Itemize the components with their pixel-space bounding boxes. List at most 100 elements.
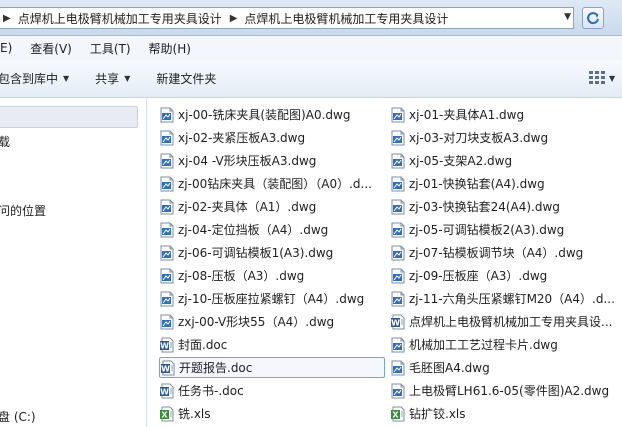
file-item[interactable]: zj-05-可调钻模板2(A3).dwg bbox=[390, 219, 618, 240]
share-label: 共享 bbox=[95, 72, 120, 86]
view-options-button[interactable]: ▼ bbox=[589, 71, 615, 85]
file-name: zj-06-可调钻模板1(A3).dwg bbox=[178, 246, 334, 260]
sidebar-item-recent-places[interactable]: 问的位置 bbox=[0, 202, 46, 219]
file-name: zj-09-压板座（A3）.dwg bbox=[409, 269, 548, 283]
file-name: 任务书-.doc bbox=[178, 384, 244, 398]
file-item[interactable]: zj-10-压板座拉紧螺钉（A4）.dwg bbox=[159, 288, 385, 309]
file-name: 上电极臂LH61.6-05(零件图)A2.dwg bbox=[409, 384, 610, 398]
file-name: 毛胚图A4.dwg bbox=[409, 361, 490, 375]
dwg-file-icon bbox=[159, 291, 175, 307]
menu-tools[interactable]: 工具(T) bbox=[90, 40, 131, 57]
file-item[interactable]: W 点焊机上电极臂机械加工专用夹具设... bbox=[390, 311, 618, 332]
file-item[interactable]: xj-05-支架A2.dwg bbox=[390, 150, 618, 171]
file-item[interactable]: zj-00钻床夹具（装配图）（A0）.d... bbox=[159, 173, 385, 194]
address-dropdown-icon[interactable]: ▼ bbox=[564, 12, 571, 22]
dwg-file-icon bbox=[159, 130, 175, 146]
xls-file-icon: X bbox=[159, 406, 175, 422]
dwg-file-icon bbox=[390, 245, 406, 261]
file-item[interactable]: zj-08-压板（A3）.dwg bbox=[159, 265, 385, 286]
file-item[interactable]: 机械加工工艺过程卡片.dwg bbox=[390, 334, 618, 355]
chevron-down-icon: ▼ bbox=[63, 74, 70, 83]
file-item[interactable]: 上电极臂LH61.6-05(零件图)A2.dwg bbox=[390, 380, 618, 401]
menu-view[interactable]: 查看(V) bbox=[30, 40, 72, 57]
dwg-file-icon bbox=[390, 291, 406, 307]
dwg-file-icon bbox=[390, 360, 406, 376]
file-name: zj-02-夹具体（A1）.dwg bbox=[178, 200, 317, 214]
file-name: zj-03-快换钻套24(A4).dwg bbox=[409, 200, 560, 214]
file-item[interactable]: xj-04 -V形块压板A3.dwg bbox=[159, 150, 385, 171]
file-name: xj-00-铣床夹具(装配图)A0.dwg bbox=[178, 108, 351, 122]
dwg-file-icon bbox=[159, 314, 175, 330]
svg-text:W: W bbox=[160, 387, 169, 396]
dwg-file-icon bbox=[159, 153, 175, 169]
file-item[interactable]: W 任务书-.doc bbox=[159, 380, 385, 401]
breadcrumb-item-2[interactable]: 点焊机上电极臂机械加工专用夹具设计 bbox=[242, 10, 450, 27]
file-list: xj-00-铣床夹具(装配图)A0.dwg xj-01-夹具体A1.dwg xj-0… bbox=[147, 98, 622, 427]
breadcrumb-separator-icon[interactable]: ▶ bbox=[0, 13, 16, 24]
refresh-icon bbox=[587, 12, 599, 25]
file-name: zj-10-压板座拉紧螺钉（A4）.dwg bbox=[178, 292, 365, 306]
include-in-library-label: 包含到库中 bbox=[0, 72, 59, 86]
address-bar[interactable]: ▶ 点焊机上电极臂机械加工专用夹具设计 ▶ 点焊机上电极臂机械加工专用夹具设计 … bbox=[0, 7, 574, 29]
file-item[interactable]: X 铣.xls bbox=[159, 403, 385, 424]
dwg-file-icon bbox=[390, 222, 406, 238]
refresh-button[interactable] bbox=[582, 7, 604, 29]
menu-edit[interactable]: E) bbox=[0, 41, 12, 55]
file-item[interactable]: X 钻扩铰.xls bbox=[390, 403, 618, 424]
include-in-library-button[interactable]: 包含到库中 ▼ bbox=[0, 70, 69, 87]
view-grid-icon bbox=[589, 71, 605, 84]
file-item[interactable]: zj-03-快换钻套24(A4).dwg bbox=[390, 196, 618, 217]
command-bar: 包含到库中 ▼ 共享 ▼ 新建文件夹 bbox=[0, 60, 622, 98]
share-button[interactable]: 共享 ▼ bbox=[95, 70, 130, 87]
file-name: zj-00钻床夹具（装配图）（A0）.d... bbox=[178, 177, 372, 191]
dwg-file-icon bbox=[390, 199, 406, 215]
dwg-file-icon bbox=[390, 153, 406, 169]
file-item[interactable]: xj-01-夹具体A1.dwg bbox=[390, 104, 618, 125]
dwg-file-icon bbox=[159, 245, 175, 261]
file-item[interactable]: zxj-00-V形块55（A4）.dwg bbox=[159, 311, 385, 332]
file-item[interactable]: zj-07-钻模板调节块（A4）.dwg bbox=[390, 242, 618, 263]
xls-file-icon: X bbox=[390, 406, 406, 422]
address-bar-area: ▶ 点焊机上电极臂机械加工专用夹具设计 ▶ 点焊机上电极臂机械加工专用夹具设计 … bbox=[0, 0, 622, 36]
file-item[interactable]: zj-09-压板座（A3）.dwg bbox=[390, 265, 618, 286]
dwg-file-icon bbox=[390, 268, 406, 284]
file-item[interactable]: W 封面.doc bbox=[159, 334, 385, 355]
file-item[interactable]: xj-03-对刀块支板A3.dwg bbox=[390, 127, 618, 148]
chevron-down-icon: ▼ bbox=[124, 74, 131, 83]
chevron-down-icon[interactable]: ▼ bbox=[609, 74, 615, 83]
dwg-file-icon bbox=[390, 130, 406, 146]
svg-text:X: X bbox=[161, 410, 168, 419]
file-item[interactable]: zj-11-六角头压紧螺钉M20（A4）.d... bbox=[390, 288, 618, 309]
file-item[interactable]: zj-01-快换钻套(A4).dwg bbox=[390, 173, 618, 194]
file-name: zj-11-六角头压紧螺钉M20（A4）.d... bbox=[409, 292, 615, 306]
dwg-file-icon bbox=[390, 337, 406, 353]
breadcrumb-item-1[interactable]: 点焊机上电极臂机械加工专用夹具设计 bbox=[16, 10, 224, 27]
file-item[interactable]: zj-04-定位挡板（A4）.dwg bbox=[159, 219, 385, 240]
dwg-file-icon bbox=[390, 176, 406, 192]
breadcrumb-separator-icon[interactable]: ▶ bbox=[224, 13, 243, 24]
new-folder-button[interactable]: 新建文件夹 bbox=[156, 70, 216, 87]
file-name: zj-05-可调钻模板2(A3).dwg bbox=[409, 223, 565, 237]
doc-file-icon: W bbox=[159, 337, 175, 353]
navigation-pane: 载 问的位置 盘 (C:) bbox=[0, 98, 147, 427]
sidebar-item-local-disk-c[interactable]: 盘 (C:) bbox=[0, 408, 36, 425]
file-item[interactable]: 毛胚图A4.dwg bbox=[390, 357, 618, 378]
new-folder-label: 新建文件夹 bbox=[156, 72, 217, 86]
file-item[interactable]: xj-02-夹紧压板A3.dwg bbox=[159, 127, 385, 148]
file-name: xj-02-夹紧压板A3.dwg bbox=[178, 131, 306, 145]
menu-help[interactable]: 帮助(H) bbox=[149, 40, 191, 57]
sidebar-item-downloads[interactable]: 载 bbox=[0, 133, 10, 150]
dwg-file-icon bbox=[159, 176, 175, 192]
file-item[interactable]: zj-02-夹具体（A1）.dwg bbox=[159, 196, 385, 217]
file-name: zj-08-压板（A3）.dwg bbox=[178, 269, 305, 283]
file-name: xj-05-支架A2.dwg bbox=[409, 154, 513, 168]
dwg-file-icon bbox=[159, 107, 175, 123]
file-name: 封面.doc bbox=[178, 338, 228, 352]
sidebar-selected-item[interactable] bbox=[0, 106, 138, 128]
file-item[interactable]: W 开题报告.doc bbox=[159, 357, 385, 378]
file-name: zj-01-快换钻套(A4).dwg bbox=[409, 177, 545, 191]
file-item[interactable]: xj-00-铣床夹具(装配图)A0.dwg bbox=[159, 104, 385, 125]
dwg-file-icon bbox=[159, 199, 175, 215]
svg-text:X: X bbox=[392, 410, 399, 419]
file-item[interactable]: zj-06-可调钻模板1(A3).dwg bbox=[159, 242, 385, 263]
